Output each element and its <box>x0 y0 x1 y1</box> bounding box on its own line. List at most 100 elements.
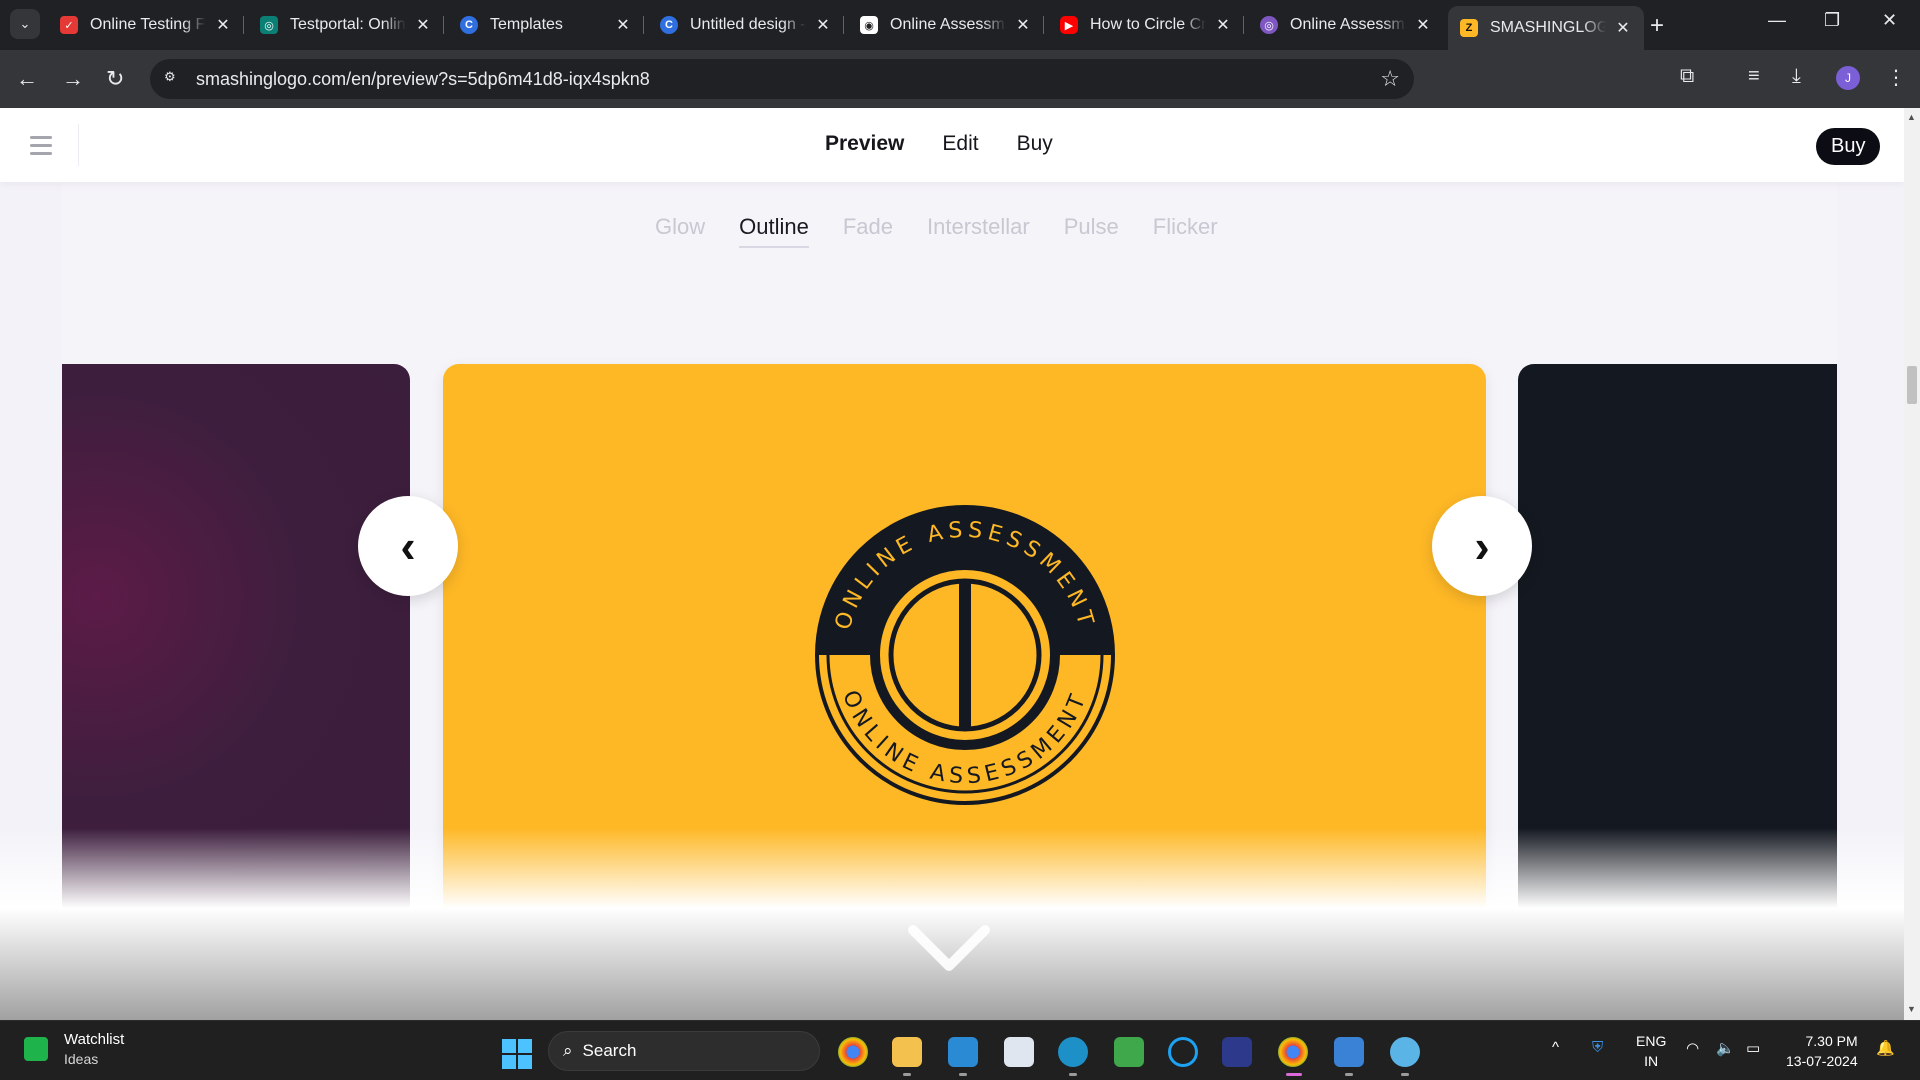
site-info-icon[interactable]: ⚙ <box>164 69 182 87</box>
browser-tab[interactable]: ◎ Testportal: Online ✕ <box>248 6 444 44</box>
node-icon[interactable] <box>1114 1037 1144 1067</box>
devcpp-icon[interactable] <box>1222 1037 1252 1067</box>
tab-title: Online Assessme <box>890 16 1006 33</box>
notification-bell-icon[interactable]: 🔔 <box>1876 1039 1895 1057</box>
hamburger-menu-icon[interactable] <box>30 136 52 160</box>
tab-close-icon[interactable]: ✕ <box>1214 15 1232 35</box>
tab-separator <box>843 16 844 34</box>
effect-tab-flicker[interactable]: Flicker <box>1153 214 1218 248</box>
tab-close-icon[interactable]: ✕ <box>814 15 832 35</box>
tab-title: How to Circle Cr <box>1090 16 1206 33</box>
extensions-icon[interactable]: ⧉ <box>1680 65 1694 88</box>
scrollbar-thumb[interactable] <box>1907 366 1917 404</box>
running-indicator <box>1069 1073 1077 1076</box>
page-viewport: Preview Edit Buy Buy Glow Outline Fade I… <box>0 108 1904 1020</box>
browser-tab-strip: ⌄ ✓ Online Testing Fr ✕ ◎ Testportal: On… <box>0 0 1920 50</box>
system-clock[interactable]: 7.30 PM 13-07-2024 <box>1786 1031 1858 1071</box>
back-arrow-icon[interactable]: ← <box>16 66 38 92</box>
tab-favicon-icon: C <box>460 16 478 34</box>
forward-arrow-icon[interactable]: → <box>62 66 84 92</box>
battery-icon[interactable]: ▭ <box>1746 1039 1760 1057</box>
tab-separator <box>443 16 444 34</box>
volume-icon[interactable]: 🔈 <box>1716 1039 1735 1057</box>
scroll-up-icon[interactable]: ▲ <box>1907 112 1916 122</box>
browser-tab[interactable]: C Untitled design - ✕ <box>648 6 844 44</box>
tab-close-icon[interactable]: ✕ <box>1414 15 1432 35</box>
effect-tab-pulse[interactable]: Pulse <box>1064 214 1119 248</box>
clock-time: 7.30 PM <box>1805 1033 1858 1049</box>
tab-close-icon[interactable]: ✕ <box>1014 15 1032 35</box>
tab-title: Testportal: Online <box>290 16 406 33</box>
wifi-icon[interactable]: ◠ <box>1686 1039 1699 1057</box>
media-control-icon[interactable]: ≡ <box>1748 65 1760 88</box>
tab-close-icon[interactable]: ✕ <box>1614 18 1632 38</box>
menu-kebab-icon[interactable]: ⋮ <box>1886 65 1906 90</box>
tab-separator <box>1243 16 1244 34</box>
address-bar[interactable]: ⚙ smashinglogo.com/en/preview?s=5dp6m41d… <box>150 59 1414 99</box>
widget-subtitle: Ideas <box>64 1051 99 1067</box>
paint-icon[interactable] <box>1390 1037 1420 1067</box>
edge-icon[interactable] <box>1058 1037 1088 1067</box>
buy-button[interactable]: Buy <box>1816 128 1881 165</box>
clock-date: 13-07-2024 <box>1786 1053 1858 1069</box>
taskbar-search[interactable]: ⌕ Search <box>548 1031 820 1071</box>
vscode-icon[interactable] <box>948 1037 978 1067</box>
effect-tab-outline[interactable]: Outline <box>739 214 809 248</box>
minimize-icon[interactable]: — <box>1768 10 1786 31</box>
tab-favicon-icon: ◉ <box>860 16 878 34</box>
profile-avatar[interactable]: J <box>1836 66 1860 90</box>
tab-separator <box>1043 16 1044 34</box>
effect-tab-glow[interactable]: Glow <box>655 214 705 248</box>
cortana-icon[interactable] <box>1168 1037 1198 1067</box>
tab-title: Templates <box>490 16 563 33</box>
browser-tab[interactable]: C Templates ✕ <box>448 6 644 44</box>
nav-buy-link[interactable]: Buy <box>1017 132 1053 156</box>
bookmark-star-icon[interactable]: ☆ <box>1380 66 1400 92</box>
new-tab-button[interactable]: + <box>1650 12 1664 40</box>
restore-icon[interactable]: ❐ <box>1824 10 1840 31</box>
scroll-down-chevron-icon[interactable] <box>907 920 991 980</box>
security-shield-icon[interactable]: ⛨ <box>1592 1039 1603 1056</box>
youtube-icon: ▶ <box>1060 16 1078 34</box>
url-text[interactable]: smashinglogo.com/en/preview?s=5dp6m41d8-… <box>196 69 650 90</box>
chrome-active-icon[interactable] <box>1278 1037 1308 1067</box>
tab-close-icon[interactable]: ✕ <box>214 15 232 35</box>
tab-close-icon[interactable]: ✕ <box>614 15 632 35</box>
previous-arrow-button[interactable]: ‹ <box>358 496 458 596</box>
nav-edit-link[interactable]: Edit <box>942 132 978 156</box>
tab-title: Untitled design - <box>690 16 806 33</box>
scroll-down-icon[interactable]: ▼ <box>1907 1004 1916 1014</box>
chrome-icon[interactable] <box>838 1037 868 1067</box>
effect-tab-fade[interactable]: Fade <box>843 214 893 248</box>
browser-tab[interactable]: ▶ How to Circle Cr ✕ <box>1048 6 1244 44</box>
windows-start-icon[interactable] <box>502 1039 532 1069</box>
reload-icon[interactable]: ↻ <box>106 66 124 92</box>
running-indicator <box>903 1073 911 1076</box>
language-indicator[interactable]: ENG IN <box>1636 1031 1666 1071</box>
site-header: Preview Edit Buy Buy <box>0 108 1904 182</box>
running-indicator <box>1345 1073 1353 1076</box>
browser-tab-active[interactable]: Z SMASHINGLOGO ✕ <box>1448 6 1644 50</box>
tab-favicon-icon: Z <box>1460 19 1478 37</box>
tab-separator <box>643 16 644 34</box>
watchlist-icon <box>24 1037 48 1061</box>
browser-tab[interactable]: ◉ Online Assessme ✕ <box>848 6 1044 44</box>
nav-preview-link[interactable]: Preview <box>825 132 904 156</box>
download-icon[interactable]: ⤓ <box>1792 65 1801 88</box>
widgets-button[interactable]: Watchlist Ideas <box>24 1031 124 1067</box>
tab-title: SMASHINGLOGO <box>1490 19 1606 36</box>
close-window-icon[interactable]: ✕ <box>1882 10 1897 31</box>
tab-search-menu-button[interactable]: ⌄ <box>10 9 40 39</box>
page-scrollbar[interactable]: ▲ ▼ <box>1904 108 1920 1020</box>
photos-icon[interactable] <box>1334 1037 1364 1067</box>
site-nav: Preview Edit Buy <box>825 132 1053 156</box>
effect-tab-interstellar[interactable]: Interstellar <box>927 214 1030 248</box>
tab-close-icon[interactable]: ✕ <box>414 15 432 35</box>
tray-overflow-icon[interactable]: ^ <box>1552 1039 1559 1056</box>
browser-toolbar: ← → ↻ ⚙ smashinglogo.com/en/preview?s=5d… <box>0 50 1920 108</box>
next-arrow-button[interactable]: › <box>1432 496 1532 596</box>
browser-tab[interactable]: ✓ Online Testing Fr ✕ <box>48 6 244 44</box>
file-explorer-icon[interactable] <box>892 1037 922 1067</box>
browser-tab[interactable]: ◎ Online Assessme ✕ <box>1248 6 1444 44</box>
notepad-icon[interactable] <box>1004 1037 1034 1067</box>
